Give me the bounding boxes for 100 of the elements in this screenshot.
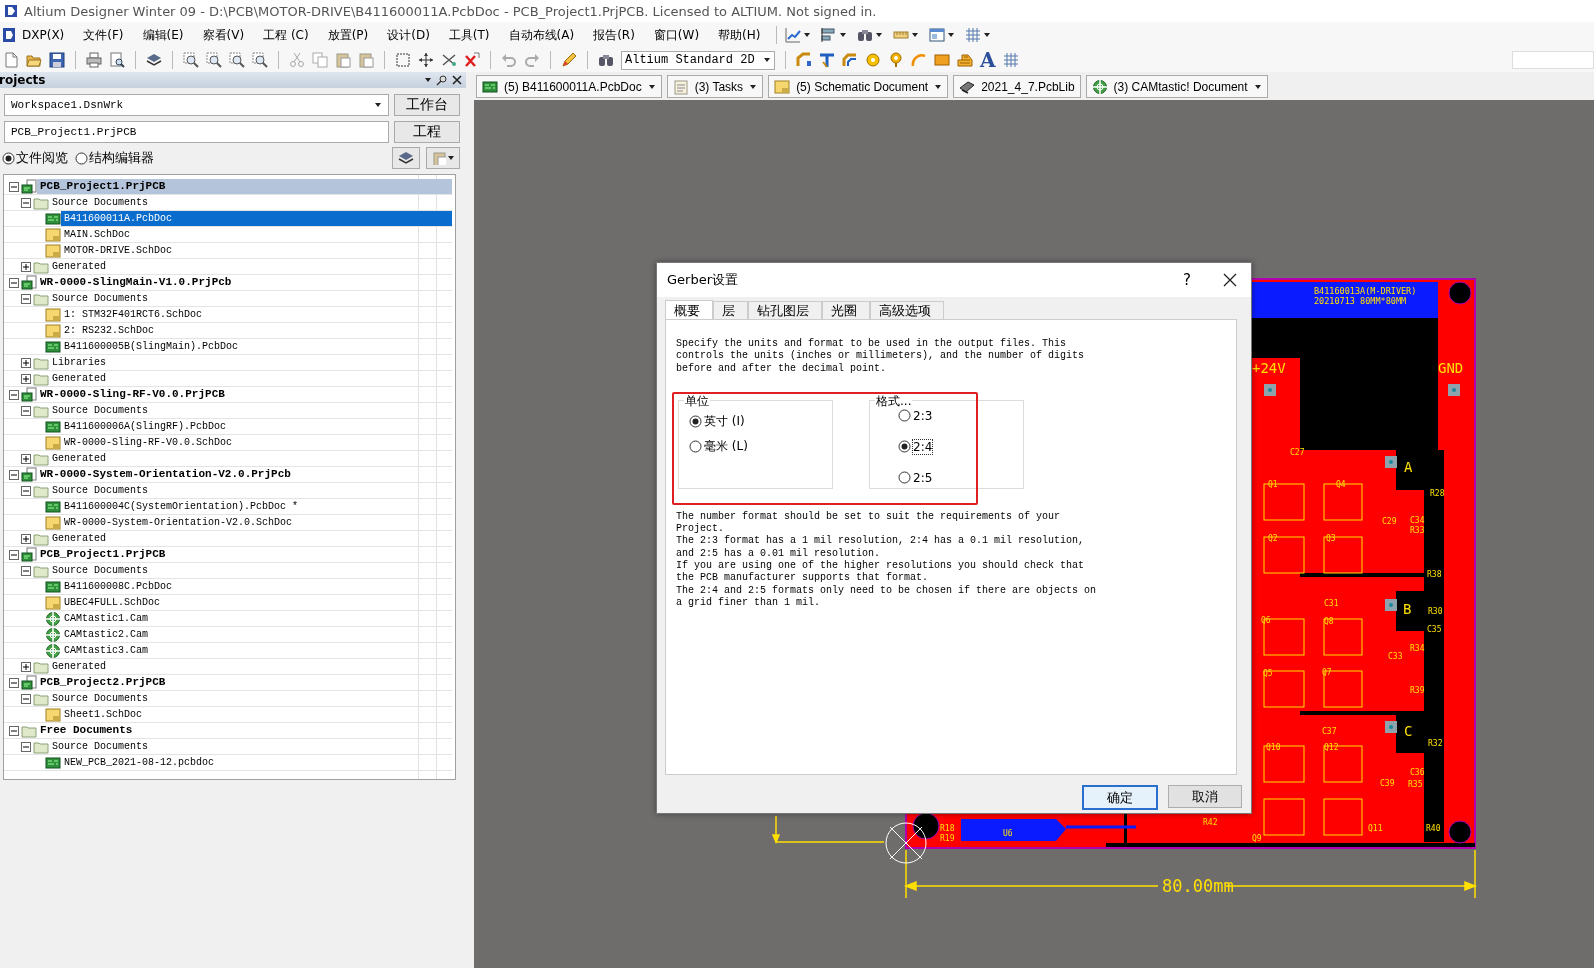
layers-stack-icon[interactable] [146, 52, 162, 68]
dialog-tab[interactable]: 高级选项 [870, 301, 944, 319]
tree-item[interactable]: B411600008C.PcbDoc [61, 579, 452, 594]
radio-button[interactable] [75, 151, 88, 165]
collapse-toggle[interactable] [21, 485, 31, 496]
bus-tee-icon[interactable] [819, 52, 835, 68]
magnifier-icon[interactable] [229, 52, 245, 68]
tree-item[interactable]: 2: RS232.SchDoc [61, 323, 452, 338]
open-folder-icon[interactable] [26, 52, 42, 68]
via-icon[interactable] [888, 52, 904, 68]
menu-item[interactable]: DXP(X) [16, 26, 71, 44]
close-icon[interactable] [452, 75, 462, 85]
dialog-tab[interactable]: 钻孔图层 [748, 301, 822, 319]
collapse-toggle[interactable] [21, 565, 31, 576]
tree-item[interactable]: CAMtastic3.Cam [61, 643, 452, 658]
tree-item[interactable]: UBEC4FULL.SchDoc [61, 595, 452, 610]
dxp-logo-icon[interactable] [2, 27, 16, 43]
menu-item[interactable]: 放置(P) [321, 24, 375, 46]
document-tab[interactable]: (3) Tasks [666, 75, 764, 98]
menu-item[interactable]: 编辑(E) [136, 24, 190, 46]
new-file-icon[interactable] [3, 52, 19, 68]
expand-toggle[interactable] [21, 533, 31, 544]
collapse-toggle[interactable] [9, 181, 19, 192]
project-field[interactable]: PCB_Project1.PrjPCB [4, 121, 389, 143]
expand-toggle[interactable] [21, 453, 31, 464]
tree-item[interactable]: WR-0000-System-Orientation-V2.0.SchDoc [61, 515, 452, 530]
radio-button[interactable] [898, 471, 911, 485]
menu-item[interactable]: 文件(F) [77, 24, 130, 46]
tree-item[interactable]: PCB_Project1.PrjPCB [37, 547, 452, 562]
pencil-icon[interactable] [561, 52, 577, 68]
caret-icon[interactable] [839, 31, 848, 39]
tree-item[interactable]: PCB_Project2.PrjPCB [37, 675, 452, 690]
collapse-toggle[interactable] [21, 197, 31, 208]
tree-item[interactable]: Source Documents [49, 403, 452, 418]
tree-item[interactable]: Generated [49, 531, 452, 546]
tree-item[interactable]: Libraries [49, 355, 452, 370]
document-tab[interactable]: 2021_4_7.PcbLib [953, 75, 1081, 98]
help-button[interactable]: ? [1183, 271, 1191, 289]
expand-toggle[interactable] [21, 373, 31, 384]
radio-button[interactable] [2, 151, 15, 165]
tree-item[interactable]: 1: STM32F401RCT6.SchDoc [61, 307, 452, 322]
collapse-toggle[interactable] [9, 677, 19, 688]
tree-item[interactable]: Generated [49, 259, 452, 274]
collapse-toggle[interactable] [9, 549, 19, 560]
radio-button[interactable] [898, 409, 911, 423]
tree-item[interactable]: CAMtastic1.Cam [61, 611, 452, 626]
caret-icon[interactable] [875, 31, 884, 39]
tree-item[interactable]: MOTOR-DRIVE.SchDoc [61, 243, 452, 258]
tree-item[interactable]: B411600004C(SystemOrientation).PcbDoc * [61, 499, 452, 514]
document-tab[interactable]: (3) CAMtastic! Document [1085, 75, 1268, 98]
save-icon[interactable] [49, 52, 65, 68]
print-icon[interactable] [86, 52, 102, 68]
collapse-toggle[interactable] [9, 725, 19, 736]
polygon-pour-icon[interactable] [957, 52, 973, 68]
pin-icon[interactable] [436, 74, 448, 86]
tree-item[interactable]: Free Documents [37, 723, 452, 738]
dialog-tab[interactable]: 概要 [665, 300, 713, 320]
caret-icon[interactable] [911, 31, 920, 39]
tree-item[interactable]: B411600006A(SlingRF).PcbDoc [61, 419, 452, 434]
tree-item[interactable]: B411600005B(SlingMain).PcbDoc [61, 339, 452, 354]
toolbar-field[interactable] [1512, 51, 1594, 69]
magnifier-icon[interactable] [206, 52, 222, 68]
menu-item[interactable]: 工具(T) [442, 24, 496, 46]
selection-rect-icon[interactable] [395, 52, 411, 68]
ok-button[interactable]: 确定 [1082, 785, 1158, 810]
caret-icon[interactable] [424, 76, 432, 84]
workspace-button[interactable]: 工作台 [394, 94, 460, 116]
fill-rect-icon[interactable] [934, 52, 950, 68]
caret-icon[interactable] [983, 31, 992, 39]
tree-item[interactable]: NEW_PCB_2021-08-12.pcbdoc [61, 755, 452, 770]
collapse-toggle[interactable] [9, 389, 19, 400]
tree-item[interactable]: Generated [49, 451, 452, 466]
tree-item[interactable]: WR-0000-System-Orientation-V2.0.PrjPcb [37, 467, 452, 482]
cancel-button[interactable]: 取消 [1168, 785, 1242, 808]
crossed-arrows-icon[interactable] [441, 52, 457, 68]
workspace-dropdown[interactable]: Workspace1.DsnWrk [4, 94, 389, 116]
menu-item[interactable]: 帮助(H) [712, 24, 767, 46]
dialog-tab[interactable]: 层 [713, 301, 748, 319]
caret-icon[interactable] [803, 31, 812, 39]
pad-icon[interactable] [865, 52, 881, 68]
tree-item[interactable]: Generated [49, 659, 452, 674]
tree-item[interactable]: PCB_Project1.PrjPCB [37, 179, 452, 194]
chart-pencil-icon[interactable] [785, 27, 802, 43]
close-icon[interactable] [1223, 273, 1237, 287]
document-tab[interactable]: (5) Schematic Document [768, 75, 949, 98]
menu-item[interactable]: 自动布线(A) [502, 24, 581, 46]
tree-item[interactable]: B411600011A.PcbDoc [61, 211, 452, 226]
document-tab[interactable]: (5) B411600011A.PcbDoc [476, 75, 662, 98]
radio-button[interactable] [898, 440, 911, 454]
binoculars-icon[interactable] [857, 27, 874, 43]
tree-item[interactable]: Source Documents [49, 291, 452, 306]
radio-button[interactable] [689, 414, 702, 428]
tree-item[interactable]: WR-0000-Sling-RF-V0.0.PrjPCB [37, 387, 452, 402]
tree-item[interactable]: Source Documents [49, 691, 452, 706]
tree-item[interactable]: WR-0000-Sling-RF-V0.0.SchDoc [61, 435, 452, 450]
collapse-toggle[interactable] [21, 293, 31, 304]
text-tool[interactable]: A [980, 51, 996, 69]
menu-item[interactable]: 察看(V) [196, 24, 251, 46]
tree-item[interactable]: CAMtastic2.Cam [61, 627, 452, 642]
collapse-toggle[interactable] [9, 277, 19, 288]
